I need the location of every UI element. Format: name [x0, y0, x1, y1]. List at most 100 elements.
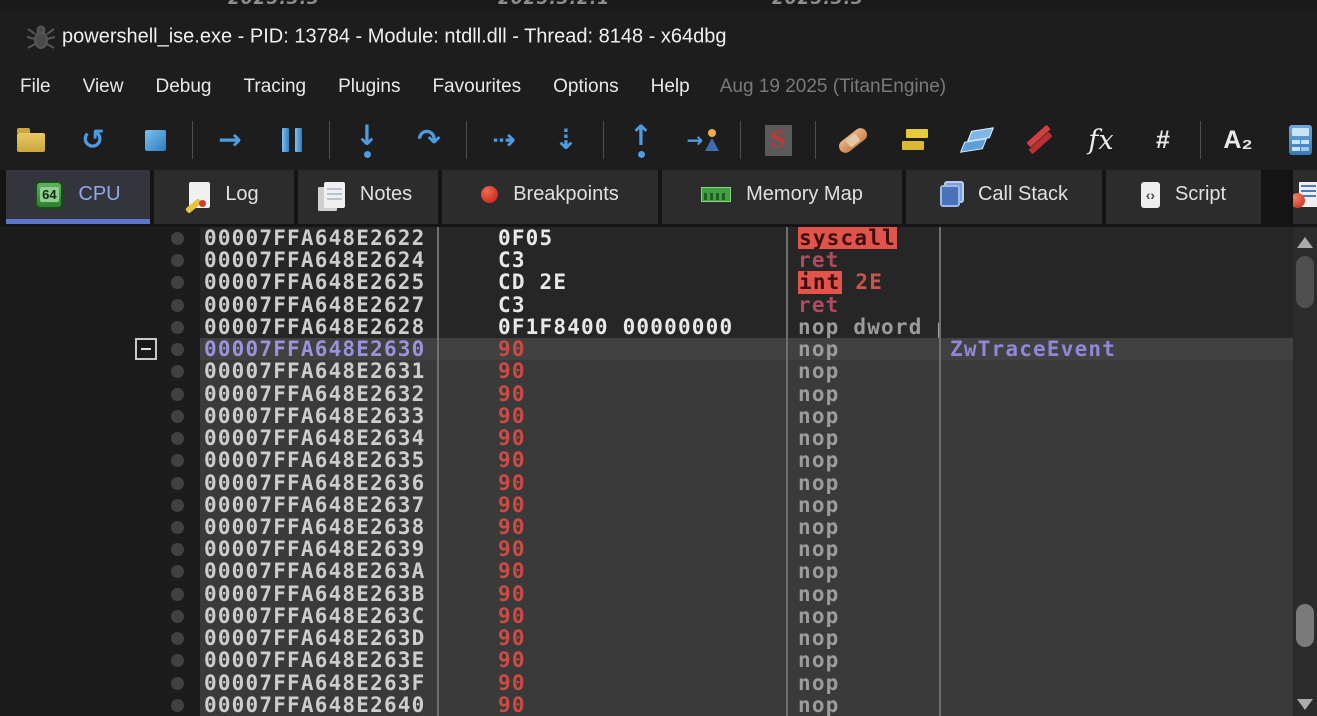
disasm-row[interactable]: 00007FFA648E2628 0F1F8400 00000000 nop dwo… — [200, 316, 1293, 339]
tab-memory-map[interactable]: Memory Map — [662, 170, 902, 224]
disasm-row[interactable]: 00007FFA648E2622 0F05 syscall — [200, 227, 1293, 250]
tab-call-stack[interactable]: Call Stack — [906, 170, 1102, 224]
open-file-icon[interactable] — [0, 111, 62, 169]
patches-icon[interactable] — [822, 111, 884, 169]
pause-icon[interactable] — [261, 111, 323, 169]
breakpoint-dot[interactable] — [171, 276, 184, 289]
disasm-row[interactable]: 00007FFA648E2630 90 nop ZwTraceEvent — [200, 338, 1293, 361]
disasm-row[interactable]: 00007FFA648E2633 90 nop — [200, 405, 1293, 428]
stop-icon[interactable] — [124, 111, 186, 169]
breakpoint-dot[interactable] — [171, 565, 184, 578]
disasm-row[interactable]: 00007FFA648E263C 90 nop — [200, 605, 1293, 628]
comments-icon[interactable] — [884, 111, 946, 169]
breakpoint-dot[interactable] — [171, 454, 184, 467]
disasm-row[interactable]: 00007FFA648E2634 90 nop — [200, 427, 1293, 450]
functions-icon[interactable]: fx — [1070, 111, 1132, 169]
x64dbg-bug-icon — [26, 25, 56, 49]
menu-item-view[interactable]: View — [67, 76, 140, 98]
breakpoint-dot[interactable] — [171, 499, 184, 512]
menu-item-favourites[interactable]: Favourites — [416, 76, 537, 98]
disasm-row[interactable]: 00007FFA648E2624 C3 ret — [200, 249, 1293, 272]
menu-item-plugins[interactable]: Plugins — [322, 76, 416, 98]
tab-breakpoints[interactable]: Breakpoints — [442, 170, 658, 224]
disasm-row[interactable]: 00007FFA648E2635 90 nop — [200, 449, 1293, 472]
breakpoint-dot[interactable] — [171, 388, 184, 401]
labels-icon[interactable] — [946, 111, 1008, 169]
breakpoint-dot[interactable] — [171, 477, 184, 490]
column-separator-disasm-comment[interactable] — [939, 227, 941, 716]
scroll-up-arrow-icon[interactable] — [1297, 237, 1313, 248]
scrollbar-thumb[interactable] — [1296, 604, 1314, 647]
tab-log[interactable]: Log — [154, 170, 294, 224]
disasm-row[interactable]: 00007FFA648E263F 90 nop — [200, 672, 1293, 695]
disasm-row[interactable]: 00007FFA648E2631 90 nop — [200, 360, 1293, 383]
bytes-cell: 90 — [498, 404, 526, 428]
menu-item-tracing[interactable]: Tracing — [227, 76, 322, 98]
menu-item-help[interactable]: Help — [635, 76, 706, 98]
breakpoint-dot[interactable] — [171, 410, 184, 423]
collapse-function-toggle[interactable] — [135, 338, 157, 360]
disasm-row[interactable]: 00007FFA648E2637 90 nop — [200, 494, 1293, 517]
column-separator-bytes-disasm[interactable] — [786, 227, 788, 716]
tab-notes[interactable]: Notes — [298, 170, 438, 224]
tab-symbols[interactable] — [1293, 170, 1317, 224]
address-cell: 00007FFA648E263E — [204, 648, 426, 672]
breakpoint-dot[interactable] — [171, 632, 184, 645]
disasm-row[interactable]: 00007FFA648E2639 90 nop — [200, 538, 1293, 561]
breakpoint-dot[interactable] — [171, 299, 184, 312]
disasm-row[interactable]: 00007FFA648E2640 90 nop — [200, 694, 1293, 716]
breakpoint-dot[interactable] — [171, 232, 184, 245]
breakpoint-dot[interactable] — [171, 699, 184, 712]
breakpoint-dot[interactable] — [171, 365, 184, 378]
menu-item-file[interactable]: File — [4, 76, 67, 98]
tab-label: Call Stack — [977, 183, 1069, 205]
breakpoint-dot[interactable] — [171, 654, 184, 667]
step-over-icon[interactable]: ↷ — [398, 111, 460, 169]
disasm-row[interactable]: 00007FFA648E263E 90 nop — [200, 649, 1293, 672]
step-into-icon[interactable]: ↓ — [336, 111, 398, 169]
bookmarks-icon[interactable] — [1008, 111, 1070, 169]
disasm-row[interactable]: 00007FFA648E2638 90 nop — [200, 516, 1293, 539]
disasm-row[interactable]: 00007FFA648E263D 90 nop — [200, 627, 1293, 650]
trace-over-icon[interactable]: ⇣ — [535, 111, 597, 169]
restart-icon[interactable]: ↺ — [62, 111, 124, 169]
hash-icon[interactable]: # — [1132, 111, 1194, 169]
column-separator-address-bytes[interactable] — [437, 227, 439, 716]
breakpoint-dot[interactable] — [171, 677, 184, 690]
bytes-cell: 90 — [498, 337, 526, 361]
scrollbar-thumb-top[interactable] — [1296, 256, 1314, 308]
trace-into-icon[interactable]: ⇢ — [473, 111, 535, 169]
breakpoint-dot[interactable] — [171, 588, 184, 601]
breakpoint-dot[interactable] — [171, 432, 184, 445]
toolbar-separator — [466, 121, 467, 159]
menu-item-debug[interactable]: Debug — [139, 76, 227, 98]
disasm-row[interactable]: 00007FFA648E2632 90 nop — [200, 383, 1293, 406]
tab-cpu[interactable]: CPU — [6, 170, 150, 224]
calculator-icon[interactable] — [1269, 111, 1317, 169]
address-cell: 00007FFA648E263B — [204, 582, 426, 606]
tab-script[interactable]: Script — [1106, 170, 1261, 224]
breakpoint-dot[interactable] — [171, 610, 184, 623]
execute-till-return-icon[interactable]: ↑ — [610, 111, 672, 169]
seh-chain-icon[interactable]: S — [747, 111, 809, 169]
disasm-row[interactable]: 00007FFA648E263A 90 nop — [200, 560, 1293, 583]
disasm-row[interactable]: 00007FFA648E2636 90 nop — [200, 472, 1293, 495]
disasm-row[interactable]: 00007FFA648E263B 90 nop — [200, 583, 1293, 606]
breakpoint-dot[interactable] — [171, 321, 184, 334]
mnemonic: nop — [798, 560, 840, 583]
menu-item-options[interactable]: Options — [537, 76, 634, 98]
mnemonic: nop — [798, 627, 840, 650]
breakpoint-dot[interactable] — [171, 521, 184, 534]
breakpoint-dot[interactable] — [171, 343, 184, 356]
font-size-icon[interactable]: A₂ — [1207, 111, 1269, 169]
breakpoint-dot[interactable] — [171, 254, 184, 267]
memory-ram-icon — [701, 187, 732, 202]
run-icon[interactable]: → — [199, 111, 261, 169]
instruction-cell: nop — [786, 560, 939, 583]
breakpoint-dot[interactable] — [171, 543, 184, 556]
disasm-row[interactable]: 00007FFA648E2627 C3 ret — [200, 294, 1293, 317]
scroll-down-arrow-icon[interactable] — [1297, 699, 1313, 710]
vertical-scrollbar[interactable] — [1293, 227, 1317, 716]
run-to-user-code-icon[interactable]: → — [672, 111, 734, 169]
disasm-row[interactable]: 00007FFA648E2625 CD 2E int 2E — [200, 271, 1293, 294]
